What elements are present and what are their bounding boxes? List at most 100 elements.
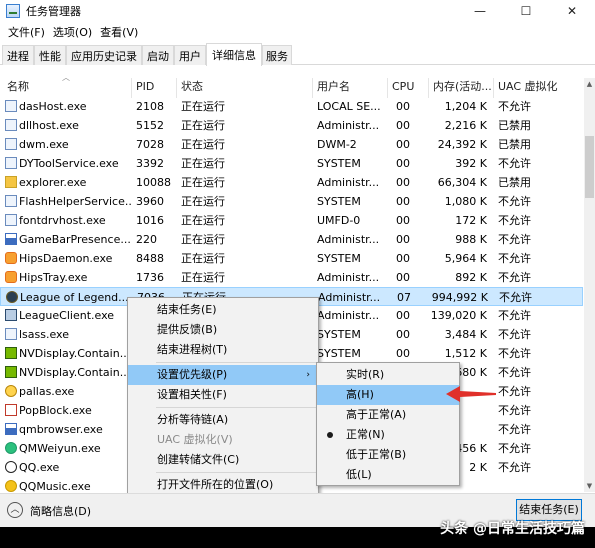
col-pid[interactable]: PID: [133, 78, 177, 98]
fewer-details-link[interactable]: 简略信息(D): [30, 503, 91, 519]
cell-mem: 1,204 K: [444, 100, 487, 113]
maximize-button[interactable]: ☐: [503, 0, 549, 21]
cell-name: GameBarPresence...: [19, 233, 131, 246]
close-button[interactable]: ✕: [549, 0, 595, 21]
table-row[interactable]: GameBarPresence... 220 正在运行 Administr... 00 9…: [0, 230, 583, 249]
cell-cpu: 00: [396, 195, 410, 208]
context-menu-item[interactable]: 提供反馈(B): [128, 320, 318, 340]
cell-uac: 不允许: [498, 195, 531, 208]
title-bar: 任务管理器 — ☐ ✕: [0, 0, 595, 21]
cell-status: 正在运行: [181, 138, 225, 151]
table-row[interactable]: dwm.exe 7028 正在运行 DWM-2 00 24,392 K 已禁用: [0, 135, 583, 154]
cell-mem: 3,484 K: [444, 328, 487, 341]
cell-mem: 1,512 K: [444, 347, 487, 360]
priority-option[interactable]: 低于正常(B): [317, 445, 459, 465]
cell-cpu: 00: [396, 309, 410, 322]
weiyun-icon: [5, 442, 17, 454]
cell-status: 正在运行: [181, 176, 225, 189]
table-row[interactable]: dasHost.exe 2108 正在运行 LOCAL SE... 00 1,204 K 不…: [0, 97, 583, 116]
tab-processes[interactable]: 进程: [2, 45, 34, 65]
menu-bar: 文件(F) 选项(O) 查看(V): [0, 22, 142, 42]
priority-option[interactable]: 实时(R): [317, 365, 459, 385]
tab-details[interactable]: 详细信息: [206, 43, 262, 66]
cell-name: dasHost.exe: [19, 100, 87, 113]
col-cpu[interactable]: CPU: [389, 78, 429, 98]
col-username[interactable]: 用户名: [314, 78, 388, 98]
tab-users[interactable]: 用户: [174, 45, 206, 65]
table-row[interactable]: fontdrvhost.exe 1016 正在运行 UMFD-0 00 172 K 不允许: [0, 211, 583, 230]
cell-cpu: 00: [396, 347, 410, 360]
scroll-up-icon[interactable]: ▲: [584, 78, 595, 90]
context-menu-item[interactable]: 设置相关性(F): [128, 385, 318, 405]
cell-mem: 24,392 K: [437, 138, 487, 151]
cell-status: 正在运行: [181, 195, 225, 208]
cell-pid: 1736: [136, 271, 164, 284]
priority-option[interactable]: 正常(N): [317, 425, 459, 445]
radio-selected-icon: [327, 432, 333, 438]
minimize-button[interactable]: —: [457, 0, 503, 21]
tab-services[interactable]: 服务: [262, 45, 292, 65]
table-row[interactable]: HipsDaemon.exe 8488 正在运行 SYSTEM 00 5,964 K 不允许: [0, 249, 583, 268]
cell-user: Administr...: [317, 233, 380, 246]
cell-status: 正在运行: [181, 271, 225, 284]
cell-mem: 1,080 K: [444, 195, 487, 208]
scroll-thumb[interactable]: [585, 136, 594, 198]
vertical-scrollbar[interactable]: ▲ ▼: [584, 78, 595, 492]
priority-option-label: 高(H): [346, 388, 374, 401]
col-name[interactable]: 名称: [4, 78, 132, 98]
cell-name: QQMusic.exe: [19, 480, 91, 492]
cell-name: lsass.exe: [19, 328, 69, 341]
context-menu-item[interactable]: 结束进程树(T): [128, 340, 318, 360]
menu-options[interactable]: 选项(O): [49, 24, 96, 40]
context-menu-item[interactable]: 设置优先级(P) ›: [128, 365, 318, 385]
table-row[interactable]: FlashHelperService... 3960 正在运行 SYSTEM 00 1,0…: [0, 192, 583, 211]
cell-uac: 不允许: [498, 100, 531, 113]
col-status[interactable]: 状态: [178, 78, 313, 98]
table-row[interactable]: DYToolService.exe 3392 正在运行 SYSTEM 00 392 K 不允…: [0, 154, 583, 173]
cell-uac: 不允许: [498, 214, 531, 227]
scroll-down-icon[interactable]: ▼: [584, 480, 595, 492]
cell-name: League of Legend...: [20, 291, 129, 304]
cell-name: HipsTray.exe: [19, 271, 88, 284]
popblock-icon: [5, 404, 17, 416]
tab-app-history[interactable]: 应用历史记录: [66, 45, 142, 65]
cell-uac: 不允许: [498, 233, 531, 246]
cell-mem: 392 K: [455, 157, 487, 170]
tab-startup[interactable]: 启动: [142, 45, 174, 65]
nvidia-icon: [5, 366, 17, 378]
cell-uac: 不允许: [498, 404, 531, 417]
context-menu-item[interactable]: 结束任务(E): [128, 300, 318, 320]
cell-name: QMWeiyun.exe: [19, 442, 101, 455]
priority-option[interactable]: 高于正常(A): [317, 405, 459, 425]
cell-cpu: 00: [396, 271, 410, 284]
cell-mem: 139,020 K: [430, 309, 487, 322]
cell-mem: 5,964 K: [444, 252, 487, 265]
cell-user: SYSTEM: [317, 252, 361, 265]
menu-file[interactable]: 文件(F): [4, 24, 49, 40]
cell-status: 正在运行: [181, 157, 225, 170]
context-menu-item[interactable]: 创建转储文件(C): [128, 450, 318, 470]
col-memory[interactable]: 内存(活动...: [430, 78, 494, 98]
cell-name: NVDisplay.Contain...: [19, 366, 131, 379]
col-uac[interactable]: UAC 虚拟化: [495, 78, 583, 98]
menu-separator: [156, 472, 316, 473]
menu-separator: [156, 407, 316, 408]
cell-user: SYSTEM: [317, 157, 361, 170]
league-client-icon: [5, 309, 17, 321]
context-menu-item[interactable]: 分析等待链(A): [128, 410, 318, 430]
cell-pid: 10088: [136, 176, 171, 189]
table-row[interactable]: explorer.exe 10088 正在运行 Administr... 00 66,30…: [0, 173, 583, 192]
cell-uac: 不允许: [498, 347, 531, 360]
priority-option[interactable]: 高(H): [317, 385, 459, 405]
priority-option[interactable]: 低(L): [317, 465, 459, 485]
cell-cpu: 00: [396, 100, 410, 113]
cell-cpu: 07: [397, 291, 411, 304]
collapse-up-icon[interactable]: ︿: [7, 502, 23, 518]
table-row[interactable]: HipsTray.exe 1736 正在运行 Administr... 00 892 K 不…: [0, 268, 583, 287]
tab-performance[interactable]: 性能: [34, 45, 66, 65]
context-menu-item[interactable]: 打开文件所在的位置(O): [128, 475, 318, 495]
cell-user: Administr...: [317, 176, 380, 189]
table-row[interactable]: dllhost.exe 5152 正在运行 Administr... 00 2,216 K…: [0, 116, 583, 135]
menu-view[interactable]: 查看(V): [96, 24, 142, 40]
cell-uac: 不允许: [498, 366, 531, 379]
